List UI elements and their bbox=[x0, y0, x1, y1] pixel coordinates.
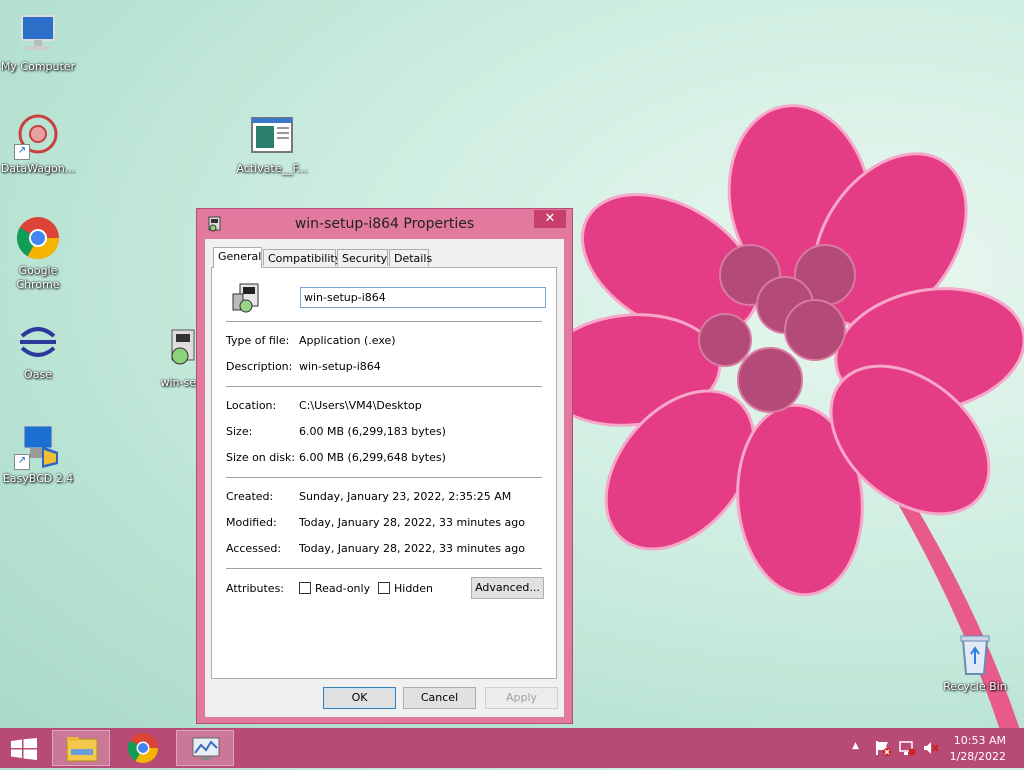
show-hidden-icons-icon[interactable]: ▲ bbox=[852, 741, 859, 751]
separator bbox=[226, 321, 542, 322]
size-on-disk-label: Size on disk: bbox=[226, 451, 296, 464]
location-label: Location: bbox=[226, 399, 277, 412]
desktop-icon-activate[interactable]: Activate__F... bbox=[234, 112, 310, 176]
created-value: Sunday, January 23, 2022, 2:35:25 AM bbox=[299, 490, 512, 503]
folder-icon bbox=[66, 737, 98, 762]
size-label: Size: bbox=[226, 425, 253, 438]
size-value: 6.00 MB (6,299,183 bytes) bbox=[299, 425, 446, 438]
accessed-value: Today, January 28, 2022, 33 minutes ago bbox=[299, 542, 525, 555]
desktop-icon-label: Activate__F... bbox=[236, 162, 308, 175]
properties-dialog: win-setup-i864 Properties ✕ General Comp… bbox=[196, 208, 573, 724]
separator bbox=[226, 568, 542, 569]
chrome-icon bbox=[14, 214, 62, 262]
oase-icon bbox=[14, 318, 62, 366]
desktop-icon-oase[interactable]: Oase bbox=[0, 318, 76, 382]
clock-time: 10:53 AM bbox=[953, 734, 1006, 747]
type-label: Type of file: bbox=[226, 334, 290, 347]
network-icon[interactable] bbox=[898, 740, 916, 756]
taskbar-file-explorer[interactable] bbox=[52, 730, 110, 766]
ok-button[interactable]: OK bbox=[323, 687, 396, 709]
dialog-titlebar[interactable]: win-setup-i864 Properties ✕ bbox=[197, 209, 572, 239]
desktop-icon-label: Google Chrome bbox=[16, 264, 60, 291]
desktop-icon-win-setup[interactable]: win-se bbox=[150, 326, 196, 390]
readonly-checkbox[interactable]: Read-only bbox=[299, 582, 371, 596]
hidden-checkbox-box[interactable] bbox=[378, 582, 390, 594]
desktop-icon-label: EasyBCD 2.4 bbox=[2, 472, 74, 485]
chrome-icon bbox=[127, 733, 158, 764]
created-label: Created: bbox=[226, 490, 274, 503]
clock-date: 1/28/2022 bbox=[949, 750, 1006, 763]
dialog-title: win-setup-i864 Properties bbox=[294, 216, 475, 232]
shortcut-arrow-icon: ↗ bbox=[14, 454, 30, 470]
desktop-icon-my-computer[interactable]: My Computer bbox=[0, 10, 76, 74]
attributes-label: Attributes: bbox=[226, 582, 285, 595]
desktop-icon-chrome[interactable]: Google Chrome bbox=[0, 214, 76, 292]
hidden-checkbox[interactable]: Hidden bbox=[378, 582, 438, 596]
close-button[interactable]: ✕ bbox=[534, 210, 566, 228]
taskbar-clock[interactable]: 10:53 AM 1/28/2022 bbox=[950, 733, 1006, 765]
type-value: Application (.exe) bbox=[299, 334, 396, 347]
desktop-icon-recycle-bin[interactable]: Recycle Bin bbox=[937, 630, 1013, 694]
location-value: C:\Users\VM4\Desktop bbox=[299, 399, 422, 412]
advanced-button[interactable]: Advanced... bbox=[471, 577, 544, 599]
file-name-field[interactable] bbox=[300, 287, 546, 308]
monitor-chart-icon bbox=[192, 737, 220, 760]
taskbar-properties-window[interactable] bbox=[176, 730, 234, 766]
separator bbox=[226, 477, 542, 478]
cancel-button[interactable]: Cancel bbox=[403, 687, 476, 709]
tab-general[interactable]: General bbox=[213, 247, 262, 268]
taskbar: ▲ 10:53 AM 1/28/2022 bbox=[0, 728, 1024, 768]
accessed-label: Accessed: bbox=[226, 542, 282, 555]
easybcd-icon: ↗ bbox=[14, 422, 62, 470]
tab-details[interactable]: Details bbox=[389, 249, 432, 266]
apply-button[interactable]: Apply bbox=[485, 687, 558, 709]
recycle-bin-icon bbox=[951, 630, 999, 678]
action-center-flag-icon[interactable] bbox=[874, 740, 892, 756]
dialog-client-area: General Compatibility Security Details T… bbox=[205, 239, 564, 717]
desktop-icon-datawagon[interactable]: ↗ DataWagon... bbox=[0, 112, 76, 176]
modified-label: Modified: bbox=[226, 516, 277, 529]
installer-file-icon bbox=[230, 282, 262, 314]
description-label: Description: bbox=[226, 360, 293, 373]
tab-security[interactable]: Security bbox=[337, 249, 388, 266]
desktop-icon-label: win-se bbox=[160, 376, 197, 389]
desktop-icon-label: Recycle Bin bbox=[943, 680, 1007, 693]
size-on-disk-value: 6.00 MB (6,299,648 bytes) bbox=[299, 451, 446, 464]
readonly-checkbox-box[interactable] bbox=[299, 582, 311, 594]
description-value: win-setup-i864 bbox=[299, 360, 381, 373]
windows-logo-icon bbox=[11, 738, 37, 760]
modified-value: Today, January 28, 2022, 33 minutes ago bbox=[299, 516, 525, 529]
computer-icon bbox=[14, 10, 62, 58]
installer-icon bbox=[166, 326, 196, 374]
readonly-label: Read-only bbox=[315, 582, 371, 595]
tab-compatibility[interactable]: Compatibility bbox=[263, 249, 341, 266]
desktop-icon-label: My Computer bbox=[0, 60, 76, 73]
hidden-label: Hidden bbox=[394, 582, 434, 595]
taskbar-chrome[interactable] bbox=[114, 730, 172, 766]
close-icon: ✕ bbox=[544, 211, 556, 226]
desktop-icon-easybcd[interactable]: ↗ EasyBCD 2.4 bbox=[0, 422, 76, 486]
desktop-icon-label: DataWagon... bbox=[0, 162, 76, 175]
window-document-icon bbox=[248, 112, 296, 160]
separator bbox=[226, 386, 542, 387]
volume-muted-icon[interactable] bbox=[922, 740, 940, 756]
shortcut-arrow-icon: ↗ bbox=[14, 144, 30, 160]
general-tab-panel: Type of file: Application (.exe) Descrip… bbox=[211, 267, 557, 679]
start-button[interactable] bbox=[10, 738, 38, 760]
datawagon-icon: ↗ bbox=[14, 112, 62, 160]
desktop-icon-label: Oase bbox=[24, 368, 52, 381]
